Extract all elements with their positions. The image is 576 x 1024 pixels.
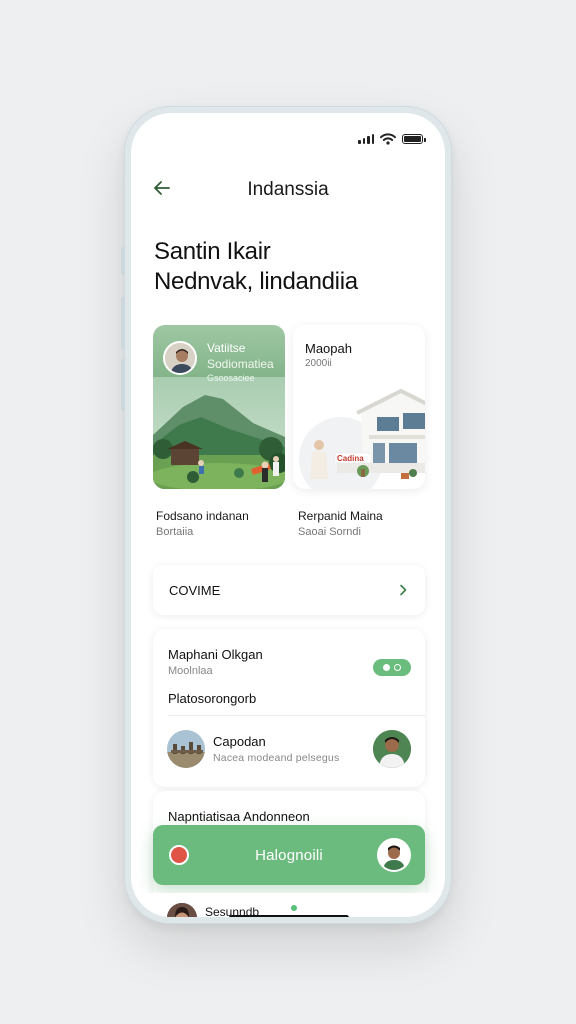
page-title: Indanssia: [247, 179, 329, 200]
wifi-icon: [380, 133, 396, 145]
caption-subtitle: Bortaiia: [156, 526, 194, 538]
online-status-icon: [291, 905, 297, 911]
battery-icon: [402, 134, 426, 144]
record-icon: [169, 845, 189, 865]
headline-line-1: Santin Ikair: [154, 238, 271, 265]
mountain-landscape-image: [153, 377, 285, 489]
toggle-switch[interactable]: [373, 659, 411, 676]
avatar: [167, 903, 197, 917]
card-caption: Rerpanid Maina Saoai Sorndi: [298, 509, 438, 538]
panel-title: Maphani Olkgan: [168, 647, 263, 662]
feature-card-house[interactable]: Cadina Maopah 2000ii: [293, 325, 425, 489]
volume-up-button: [121, 297, 125, 349]
caption-subtitle: Saoai Sorndi: [298, 526, 361, 538]
headline-line-2: Nednvak, lindandiia: [154, 268, 358, 295]
volume-down-button: [121, 359, 125, 411]
house-image: Cadina: [299, 388, 425, 489]
status-bar: [358, 133, 426, 145]
headline: Santin Ikair Nednvak, lindandiia: [154, 237, 358, 297]
panel-title: Napntiatisaa Andonneon: [168, 809, 310, 824]
house-sign-text: Cadina: [337, 454, 364, 463]
thumbnail-image: [167, 730, 205, 768]
card-caption: Fodsano indanan Bortaiia: [156, 509, 296, 538]
panel-subtitle: Moolnlaa: [168, 665, 213, 677]
home-indicator[interactable]: [229, 915, 349, 917]
feature-card-landscape[interactable]: Vatiitse Sodiomatiea Gsoosaciee: [153, 325, 285, 489]
combo-row[interactable]: COVIME: [153, 565, 425, 615]
divider: [168, 715, 425, 716]
phone-frame: Indanssia Santin Ikair Nednvak, lindandi…: [121, 106, 452, 924]
avatar: [377, 838, 411, 872]
signal-icon: [358, 134, 374, 144]
primary-action-label: Halognoili: [255, 846, 323, 864]
row-subtitle: Nacea modeand pelsegus: [213, 752, 340, 764]
row-title: Capodan: [213, 734, 266, 749]
chevron-right-icon: [400, 584, 407, 596]
card-tag: Gsoosaciee: [207, 373, 255, 383]
mute-switch: [121, 247, 125, 275]
list-item[interactable]: Sesunndb: [131, 893, 445, 917]
panel-heading: Platosorongorb: [168, 691, 257, 706]
card-subtitle: Sodiomatiea: [207, 357, 274, 371]
toggle-ring: [394, 664, 401, 671]
toggle-dot: [383, 664, 390, 671]
card-title: Vatiitse: [207, 341, 246, 355]
primary-action-button[interactable]: Halognoili: [153, 825, 425, 885]
info-panel: Maphani Olkgan Moolnlaa Platosorongorb C…: [153, 629, 425, 787]
combo-label: COVIME: [169, 582, 221, 598]
app-screen: Indanssia Santin Ikair Nednvak, lindandi…: [131, 113, 445, 917]
avatar: [163, 341, 197, 375]
caption-title: Fodsano indanan: [156, 509, 249, 523]
card-subtitle: 2000ii: [305, 358, 332, 369]
avatar[interactable]: [373, 730, 411, 768]
caption-title: Rerpanid Maina: [298, 509, 383, 523]
card-title: Maopah: [305, 341, 352, 356]
